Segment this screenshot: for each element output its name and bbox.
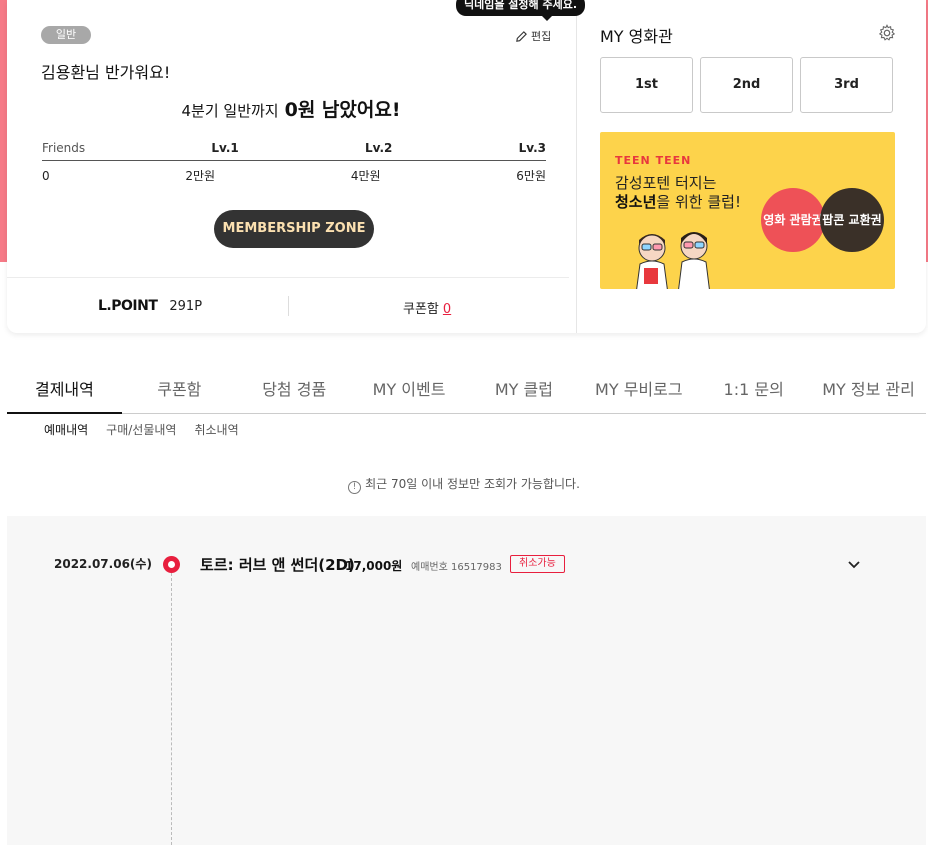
brand-part-a: TEEN	[615, 154, 651, 167]
edit-label: 편집	[531, 30, 552, 43]
profile-card: 일반 닉네임을 설정해 주세요. 편집 김용환님 반가워요! 4분기 일반까지 0…	[7, 0, 926, 333]
greeting: 김용환님 반가워요!	[41, 63, 171, 82]
my-cinema-slot-3[interactable]: 3rd	[800, 57, 893, 113]
info-icon: !	[348, 481, 362, 494]
tab-my-club[interactable]: MY 클럽	[467, 372, 582, 413]
my-cinema-slot-1[interactable]: 1st	[600, 57, 693, 113]
tab-payment-history[interactable]: 결제내역	[7, 372, 122, 414]
points-separator	[288, 296, 289, 316]
nickname-tooltip: 닉네임을 설정해 주세요.	[456, 0, 586, 21]
coupon-label: 쿠폰함	[403, 302, 439, 317]
tab-coupons[interactable]: 쿠폰함	[122, 372, 237, 413]
coupon-count-link[interactable]: 0	[443, 302, 451, 317]
reservation-history: 2022.07.06(수) 토르: 러브 앤 썬더(2D) 17,000원 예매…	[7, 516, 926, 845]
movie-title: 토르: 러브 앤 썬더(2D)	[200, 556, 355, 574]
banner-line-2: 청소년을 위한 클럽!	[615, 191, 741, 212]
level-table: Friends Lv.1 Lv.2 Lv.3 0 2만원 4만원 6만원	[42, 141, 546, 189]
tab-my-info[interactable]: MY 정보 관리	[811, 372, 926, 413]
subtab-purchases[interactable]: 구매/선물내역	[106, 421, 176, 438]
gear-icon[interactable]	[878, 24, 896, 42]
timeline-dot-icon	[163, 556, 180, 573]
chevron-down-icon[interactable]	[846, 556, 862, 572]
reservation-date: 2022.07.06(수)	[54, 557, 152, 571]
grade-remain: 4분기 일반까지 0원 남았어요!	[7, 95, 575, 122]
reservation-price: 17,000원	[345, 559, 403, 573]
lpoint-logo: L.POINT	[98, 298, 158, 314]
history-notice: ! 최근 70일 이내 정보만 조회가 가능합니다.	[0, 475, 928, 494]
lpoint-summary: L.POINT 291P	[98, 298, 202, 314]
level-header: Lv.1	[211, 141, 239, 155]
coupon-summary: 쿠폰함 0	[403, 298, 451, 317]
banner-brand: TEEN TEEN	[615, 154, 691, 167]
my-cinema-title: MY 영화관	[600, 27, 673, 46]
level-value: 2만원	[185, 169, 216, 183]
level-value-row: 0 2만원 4만원 6만원	[42, 169, 546, 189]
pencil-icon	[516, 30, 527, 42]
level-value: 4만원	[350, 169, 381, 183]
brand-part-b: TEEN	[655, 154, 692, 167]
history-subtabs: 예매내역 구매/선물내역 취소내역	[44, 421, 239, 438]
banner-line-1: 감성포텐 터지는	[615, 174, 717, 192]
tab-prizes[interactable]: 당첨 경품	[237, 372, 352, 413]
level-value: 0	[42, 169, 50, 183]
level-header-row: Friends Lv.1 Lv.2 Lv.3	[42, 141, 546, 161]
cancel-available-badge[interactable]: 취소가능	[510, 555, 565, 573]
tab-inquiry[interactable]: 1:1 문의	[696, 372, 811, 413]
remain-prefix: 4분기 일반까지	[181, 102, 279, 120]
mypage-tabs: 결제내역 쿠폰함 당첨 경품 MY 이벤트 MY 클럽 MY 무비로그 1:1 …	[7, 372, 926, 414]
tab-movie-log[interactable]: MY 무비로그	[581, 372, 696, 413]
subtab-cancellations[interactable]: 취소내역	[194, 421, 238, 438]
level-header: Friends	[42, 141, 86, 155]
tab-my-events[interactable]: MY 이벤트	[352, 372, 467, 413]
teen-club-banner[interactable]: TEEN TEEN 감성포텐 터지는 청소년을 위한 클럽! 영화 관람권 팝콘…	[600, 132, 895, 289]
banner-line-2-rest: 을 위한 클럽!	[656, 193, 741, 211]
my-cinema-slot-2[interactable]: 2nd	[700, 57, 793, 113]
level-header: Lv.2	[364, 141, 393, 155]
lpoint-value: 291P	[169, 298, 203, 314]
teen-characters-illustration	[636, 232, 710, 289]
timeline-line	[171, 573, 172, 845]
reservation-number: 예매번호 16517983	[411, 562, 502, 573]
remain-value: 0원 남았어요!	[284, 99, 401, 121]
level-header: Lv.3	[518, 141, 546, 155]
notice-text: 최근 70일 이내 정보만 조회가 가능합니다.	[365, 477, 580, 491]
points-divider	[7, 277, 569, 278]
grade-badge: 일반	[41, 26, 91, 44]
subtab-reservations[interactable]: 예매내역	[44, 421, 88, 438]
movie-ticket-badge: 영화 관람권	[761, 188, 825, 252]
membership-zone-button[interactable]: MEMBERSHIP ZONE	[214, 210, 374, 248]
edit-button[interactable]: 편집	[515, 28, 551, 44]
popcorn-voucher-badge: 팝콘 교환권	[820, 188, 884, 252]
level-value: 6만원	[516, 169, 546, 183]
card-divider	[576, 0, 577, 333]
banner-line-2-bold: 청소년	[615, 193, 657, 211]
